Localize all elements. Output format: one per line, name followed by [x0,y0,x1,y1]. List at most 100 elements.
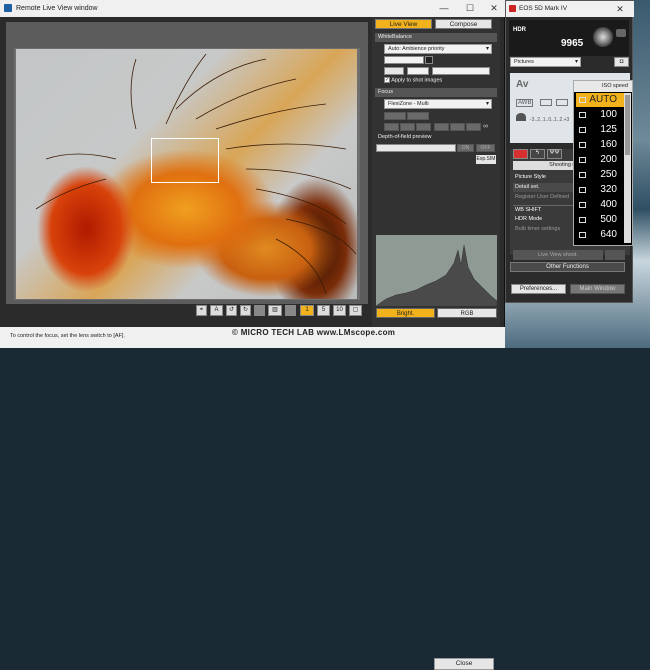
iso-value: 125 [600,124,617,135]
maximize-button[interactable]: ☐ [457,0,483,17]
iso-option[interactable]: 320 [576,183,631,197]
metering-icon[interactable] [540,99,552,106]
exposure-scale[interactable]: -3..2..1..0..1..2.+3 [530,117,569,123]
apply-shot-images-row[interactable]: ✓ Apply to shot images [384,77,484,85]
close-button[interactable]: Close [434,658,494,670]
shooting-tab-icon[interactable] [513,149,528,159]
iso-option[interactable]: 250 [576,168,631,182]
dof-on-button[interactable]: ON [457,144,474,152]
iso-value: 100 [600,109,617,120]
menu-register-user-defined[interactable]: Register User Defined [513,193,579,202]
iso-value: 640 [600,229,617,240]
focus-near-2-button[interactable] [400,123,415,131]
af-on-button[interactable] [384,112,406,120]
focus-near-1-button[interactable] [416,123,431,131]
custom-function-tab-icon[interactable]: ϟ [530,149,545,159]
iso-option[interactable]: 200 [576,153,631,167]
focus-far-1-button[interactable] [434,123,449,131]
awb-indicator[interactable]: AWB [516,99,534,107]
focus-header: Focus [375,88,497,97]
main-window-button[interactable]: Main Window [570,284,625,294]
dof-field [376,144,456,152]
menu-picture-style[interactable]: Picture Style [513,173,579,182]
tab-compose[interactable]: Compose [435,19,492,29]
apply-checkbox[interactable]: ✓ [384,77,390,83]
exposure-icon [516,113,526,121]
zoom-1x-button[interactable]: 1 [300,305,314,316]
white-balance-dropdown[interactable]: Auto: Ambience priority [384,44,492,54]
wb-shift-dropdown[interactable] [407,67,429,75]
focus-near-3-button[interactable] [384,123,399,131]
tab-live-view[interactable]: Live View [375,19,432,29]
live-view-shoot-button[interactable]: Live View shoot. [513,250,603,260]
iso-option[interactable]: 160 [576,138,631,152]
rotate-left-icon[interactable]: ↺ [226,305,237,316]
iso-value: 500 [600,214,617,225]
remote-live-view-window: Remote Live View window — ☐ ✕ ⌖ A ↺ ↻ ▥ … [0,0,505,670]
watermark: © MICRO TECH LAB www.LMscope.com [232,328,396,337]
zoom-10x-button[interactable]: 10 [333,305,346,316]
fullscreen-button[interactable]: ▢ [349,305,362,316]
wb-value-field[interactable] [384,56,424,64]
white-balance-header: WhiteBalance [375,33,497,42]
window-titlebar: Remote Live View window — ☐ ✕ [0,0,505,17]
infinity-icon: ∞ [483,123,488,130]
shooting-menu-label[interactable]: Shooting m [513,161,579,170]
iso-option[interactable]: 400 [576,198,631,212]
eos-close-button[interactable]: ✕ [608,1,632,18]
iso-option[interactable]: 500 [576,213,631,227]
aspect-icon[interactable] [285,305,296,316]
eos-titlebar: EOS 5D Mark IV ✕ [506,1,634,17]
af-off-button[interactable] [407,112,429,120]
focus-far-3-button[interactable] [466,123,481,131]
zoom-5x-button[interactable]: 5 [317,305,330,316]
histogram-graph [375,244,498,307]
auto-button[interactable]: A [210,305,223,316]
close-window-button[interactable]: ✕ [481,0,507,17]
menu-detail-set[interactable]: Detail set. [513,183,579,192]
window-title: Remote Live View window [16,5,98,12]
overlay-dropdown[interactable]: ▥ [268,305,282,316]
iso-option[interactable]: 125 [576,123,631,137]
iso-value: 160 [600,139,617,150]
iso-value: 320 [600,184,617,195]
other-functions-dropdown[interactable]: Other Functions [510,262,625,272]
power-icon[interactable] [616,29,626,37]
menu-bulb-timer[interactable]: Bulb timer settings [513,225,579,234]
tools-tab-icon[interactable]: ΨΨ [547,149,562,159]
menu-hdr-mode[interactable]: HDR Mode [513,215,579,224]
focus-far-2-button[interactable] [450,123,465,131]
focus-frame[interactable] [151,138,219,183]
histogram-bright-button[interactable]: Bright. [376,308,435,318]
rotate-right-icon[interactable]: ↻ [240,305,251,316]
camera-icon [579,172,586,178]
camera-icon [579,157,586,163]
hdr-indicator: HDR [513,27,526,33]
camera-settings-icon[interactable]: ◘ [614,57,629,67]
focus-target-icon[interactable]: ⌖ [196,305,207,316]
histogram-rgb-button[interactable]: RGB [437,308,497,318]
wb-shift-field[interactable] [432,67,490,75]
focus-mode-dropdown[interactable]: FlexiZone - Multi [384,99,492,109]
menu-wb-shift[interactable]: WB SHIFT [513,205,579,214]
iso-value: 400 [600,199,617,210]
iso-option[interactable]: 100 [576,108,631,122]
minimize-button[interactable]: — [431,0,457,17]
shots-remaining: 9965 [561,38,584,49]
eos-window-title: EOS 5D Mark IV [519,5,568,12]
grid-icon[interactable] [254,305,265,316]
av-mode[interactable]: Av [516,79,528,90]
preferences-button[interactable]: Preferences... [511,284,566,294]
dof-off-button[interactable]: OFF [476,144,495,152]
live-view-shoot-option[interactable] [605,250,625,260]
drive-icon[interactable] [556,99,568,106]
camera-icon [579,232,586,238]
iso-scrollbar-thumb[interactable] [625,95,630,155]
wb-k-button[interactable] [425,56,433,64]
mode-dial-icon[interactable] [593,27,613,47]
iso-option-auto[interactable]: AUTO [576,93,631,107]
iso-option[interactable]: 640 [576,228,631,242]
status-message: To control the focus, set the lens switc… [10,333,125,339]
eyedropper-button[interactable] [384,67,404,75]
picture-style-dropdown[interactable]: Pictures [510,57,581,67]
